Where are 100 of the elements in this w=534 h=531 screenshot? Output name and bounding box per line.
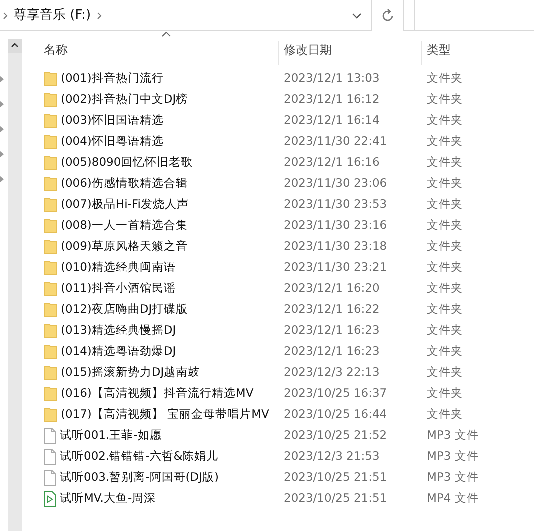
modified-date: 2023/10/25 16:37 (284, 386, 388, 400)
modified-date: 2023/12/1 16:16 (284, 155, 380, 170)
folder-icon (44, 155, 57, 170)
expand-icon[interactable] (0, 126, 4, 133)
chevron-right-icon[interactable] (97, 12, 102, 20)
file-type: 文件夹 (427, 407, 463, 422)
modified-date: 2023/12/3 21:53 (284, 449, 380, 464)
column-header[interactable]: 修改日期 (284, 43, 332, 57)
folder-icon (44, 176, 57, 191)
modified-date: 2023/12/1 16:20 (284, 281, 380, 296)
file-name[interactable]: (011)抖音小酒馆民谣 (61, 280, 176, 298)
file-type: 文件夹 (427, 218, 463, 232)
file-name[interactable]: (006)伤感情歌精选合辑 (61, 174, 188, 192)
file-name[interactable]: (010)精选经典闽南语 (61, 258, 176, 276)
file-type: 文件夹 (427, 386, 463, 400)
modified-date: 2023/12/1 16:14 (284, 113, 380, 128)
folder-icon (44, 218, 57, 233)
modified-date: 2023/12/1 16:22 (284, 302, 380, 316)
file-name[interactable]: (016)【高清视频】抖音流行精选MV (61, 384, 254, 402)
folder-icon (44, 113, 57, 128)
folder-icon (44, 134, 57, 149)
expand-icon[interactable] (0, 76, 4, 83)
file-icon (44, 428, 56, 444)
folder-icon (44, 386, 57, 401)
scroll-up-icon[interactable] (8, 39, 22, 53)
folder-icon (44, 365, 57, 380)
file-type: 文件夹 (427, 281, 463, 296)
folder-icon (44, 281, 57, 296)
dropdown-icon[interactable] (352, 12, 362, 18)
modified-date: 2023/11/30 23:18 (284, 239, 388, 254)
file-type: 文件夹 (427, 260, 463, 274)
folder-icon (44, 71, 57, 86)
file-type: 文件夹 (427, 302, 463, 316)
file-name[interactable]: (012)夜店嗨曲DJ打碟版 (61, 300, 188, 318)
file-type: 文件夹 (427, 71, 463, 86)
file-name[interactable]: (007)极品Hi-Fi发烧人声 (61, 196, 189, 214)
modified-date: 2023/10/25 16:44 (284, 407, 388, 422)
breadcrumb-item[interactable]: 尊享音乐 (F:) (14, 6, 92, 26)
file-name[interactable]: (008)一人一首精选合集 (61, 216, 188, 234)
modified-date: 2023/10/25 21:51 (284, 491, 388, 506)
file-type: 文件夹 (427, 134, 463, 148)
modified-date: 2023/10/25 21:51 (284, 470, 388, 484)
modified-date: 2023/11/30 23:53 (284, 197, 388, 212)
modified-date: 2023/12/1 16:23 (284, 344, 380, 358)
file-type: 文件夹 (427, 365, 463, 380)
modified-date: 2023/11/30 23:21 (284, 260, 388, 274)
folder-icon (44, 239, 57, 254)
modified-date: 2023/12/1 16:12 (284, 92, 380, 106)
file-icon (44, 448, 56, 464)
file-name[interactable]: (017)【高清视频】 宝丽金母带唱片MV (61, 406, 270, 424)
file-icon (44, 470, 56, 486)
file-name[interactable]: (003)怀旧国语精选 (61, 112, 164, 130)
file-name[interactable]: (004)怀旧粤语精选 (61, 132, 164, 150)
folder-icon (44, 92, 57, 107)
file-name[interactable]: (014)精选粤语劲爆DJ (61, 342, 176, 360)
file-type: 文件夹 (427, 239, 463, 254)
file-type: 文件夹 (427, 92, 463, 106)
file-name[interactable]: 试听002.错错错-六哲&陈娟儿 (60, 448, 219, 466)
file-type: MP3 文件 (427, 428, 479, 442)
file-type: MP3 文件 (427, 449, 479, 464)
modified-date: 2023/12/3 22:13 (284, 365, 380, 380)
expand-icon[interactable] (0, 151, 4, 158)
file-type: MP3 文件 (427, 470, 479, 484)
folder-icon (44, 197, 57, 212)
folder-icon (44, 323, 57, 338)
chevron-right-icon (3, 12, 8, 20)
modified-date: 2023/12/1 16:23 (284, 323, 380, 338)
modified-date: 2023/11/30 23:06 (284, 176, 388, 190)
file-name[interactable]: (001)抖音热门流行 (61, 70, 164, 88)
file-type: 文件夹 (427, 155, 463, 170)
file-name[interactable]: (009)草原风格天籁之音 (61, 238, 188, 256)
file-name[interactable]: (013)精选经典慢摇DJ (61, 322, 176, 340)
column-header[interactable]: 类型 (427, 43, 451, 57)
modified-date: 2023/11/30 23:16 (284, 218, 388, 232)
file-name[interactable]: 试听MV.大鱼-周深 (60, 490, 156, 508)
modified-date: 2023/11/30 22:41 (284, 134, 388, 148)
video-file-icon (44, 490, 56, 506)
file-type: 文件夹 (427, 323, 463, 338)
refresh-button[interactable] (372, 0, 404, 31)
file-name[interactable]: (015)摇滚新势力DJ越南鼓 (61, 364, 200, 382)
modified-date: 2023/10/25 21:52 (284, 428, 388, 442)
file-name[interactable]: 试听001.王菲-如愿 (60, 426, 162, 444)
sort-ascending-icon (162, 32, 171, 37)
folder-icon (44, 302, 57, 317)
file-type: MP4 文件 (427, 491, 479, 506)
refresh-icon[interactable] (380, 8, 394, 22)
folder-icon (44, 344, 57, 359)
modified-date: 2023/12/1 13:03 (284, 71, 380, 86)
folder-icon (44, 407, 57, 422)
expand-icon[interactable] (0, 101, 4, 108)
file-name[interactable]: (005)8090回忆怀旧老歌 (61, 154, 194, 172)
file-type: 文件夹 (427, 344, 463, 358)
column-header[interactable]: 名称 (44, 43, 68, 57)
file-name[interactable]: 试听003.暂别离-阿国哥(DJ版) (60, 468, 219, 486)
expand-icon[interactable] (0, 176, 4, 183)
folder-icon (44, 260, 57, 275)
file-type: 文件夹 (427, 176, 463, 190)
file-type: 文件夹 (427, 197, 463, 212)
file-name[interactable]: (002)抖音热门中文DJ榜 (61, 90, 188, 108)
file-type: 文件夹 (427, 113, 463, 128)
